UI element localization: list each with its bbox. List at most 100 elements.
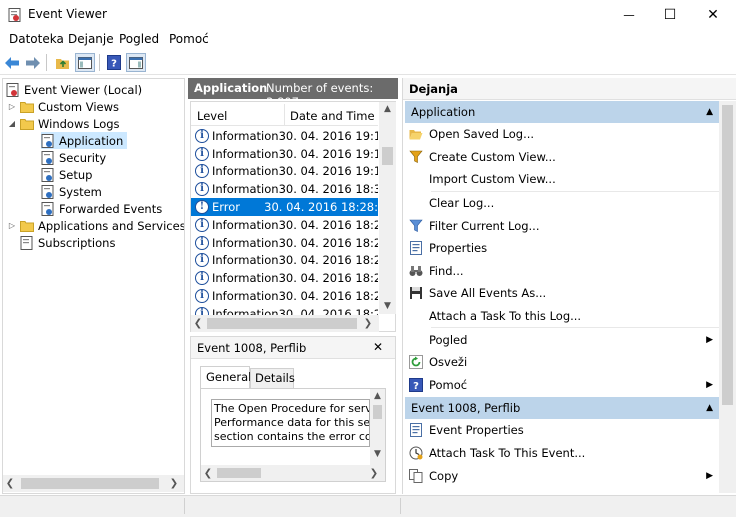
event-row-selected[interactable]: ! Error 30. 04. 2016 18:28:: [191, 198, 378, 216]
pogled-action[interactable]: Pogled ▶: [405, 328, 719, 351]
create-custom-view-action[interactable]: Create Custom View...: [405, 146, 719, 169]
tree-item-subscriptions[interactable]: Subscriptions: [20, 234, 115, 251]
tree-item-label: Subscriptions: [38, 235, 116, 250]
collapse-up-icon[interactable]: ▲: [706, 107, 713, 117]
minimize-button[interactable]: —: [606, 0, 652, 30]
task-clock-icon: [409, 446, 423, 460]
scrollbar-thumb[interactable]: [382, 147, 393, 165]
column-header-level[interactable]: Level: [197, 109, 227, 123]
event-list-horizontal-scrollbar[interactable]: ❮ ❯: [191, 315, 379, 332]
copy-action[interactable]: Copy ▶: [405, 464, 719, 487]
menu-pogled[interactable]: Pogled: [119, 32, 159, 46]
show-hide-console-tree-button[interactable]: [75, 53, 95, 72]
action-label: Import Custom View...: [429, 172, 556, 187]
tab-details[interactable]: Details: [250, 368, 295, 388]
filter-current-log-action[interactable]: Filter Current Log...: [405, 214, 719, 237]
scroll-down-icon[interactable]: ▼: [370, 449, 385, 459]
detail-vertical-scrollbar[interactable]: ▲ ▼: [370, 389, 385, 465]
event-properties-action[interactable]: Event Properties: [405, 419, 719, 442]
chevron-down-icon[interactable]: ◢: [7, 119, 17, 128]
scrollbar-thumb[interactable]: [217, 468, 261, 478]
scroll-down-icon[interactable]: ▼: [379, 301, 396, 311]
scroll-left-icon[interactable]: ❮: [201, 468, 215, 479]
title-bar: Event Viewer — ☐ ✕: [0, 0, 736, 30]
tree-item-event-viewer-local[interactable]: Event Viewer (Local): [6, 81, 142, 98]
close-button[interactable]: ✕: [690, 0, 736, 30]
event-row[interactable]: iInformation30. 04. 2016 19:13:: [191, 127, 378, 145]
scrollbar-thumb[interactable]: [207, 318, 357, 329]
back-arrow-icon: [5, 56, 19, 69]
event-row[interactable]: iInformation30. 04. 2016 18:27:: [191, 252, 378, 270]
tree-item-security[interactable]: Security: [41, 149, 106, 166]
scrollbar-thumb[interactable]: [21, 478, 159, 489]
tree-item-system[interactable]: System: [41, 183, 102, 200]
tree-item-setup[interactable]: Setup: [41, 166, 92, 183]
status-divider: [400, 498, 401, 514]
attach-task-to-event-action[interactable]: Attach Task To This Event...: [405, 442, 719, 465]
event-row[interactable]: iInformation30. 04. 2016 18:27:: [191, 287, 378, 305]
event-row[interactable]: iInformation30. 04. 2016 19:13:: [191, 163, 378, 181]
help-button[interactable]: ?: [104, 53, 124, 72]
maximize-button[interactable]: ☐: [647, 0, 693, 30]
scroll-left-icon[interactable]: ❮: [3, 478, 17, 489]
scroll-right-icon[interactable]: ❯: [361, 318, 375, 329]
event-description[interactable]: The Open Procedure for service Performan…: [211, 399, 370, 447]
scrollbar-thumb[interactable]: [373, 405, 382, 419]
tree-item-application[interactable]: Application: [41, 132, 128, 149]
pomoc-action[interactable]: ? Pomoć ▶: [405, 374, 719, 397]
clear-log-action[interactable]: Clear Log...: [405, 192, 719, 215]
actions-header: Dejanja: [403, 78, 736, 100]
column-header-date[interactable]: Date and Time: [290, 109, 375, 123]
scrollbar-thumb[interactable]: [722, 105, 733, 405]
information-icon: i: [195, 217, 209, 232]
event-row[interactable]: iInformation30. 04. 2016 18:27:: [191, 269, 378, 287]
osvezi-action[interactable]: Osveži: [405, 351, 719, 374]
event-level: Information: [212, 253, 279, 268]
menu-dejanje[interactable]: Dejanje: [68, 32, 114, 46]
chevron-right-icon[interactable]: ▷: [7, 102, 17, 111]
tree-item-applications-and-services[interactable]: ▷ Applications and Services Lo: [7, 217, 184, 234]
tree-horizontal-scrollbar[interactable]: ❮ ❯: [3, 475, 184, 492]
open-saved-log-action[interactable]: Open Saved Log...: [405, 123, 719, 146]
menu-pomoc[interactable]: Pomoć: [169, 32, 209, 46]
find-action[interactable]: Find...: [405, 260, 719, 283]
open-folder-button[interactable]: [53, 53, 73, 72]
actions-section-application[interactable]: Application ▲: [405, 101, 719, 123]
event-row[interactable]: iInformation30. 04. 2016 18:27:: [191, 216, 378, 234]
scroll-left-icon[interactable]: ❮: [191, 318, 205, 329]
save-all-events-action[interactable]: Save All Events As...: [405, 282, 719, 305]
chevron-right-icon[interactable]: ▷: [7, 221, 17, 230]
tree-item-forwarded-events[interactable]: Forwarded Events: [41, 200, 162, 217]
help-book-icon: ?: [107, 55, 121, 70]
copy-icon: [409, 468, 423, 483]
event-list-vertical-scrollbar[interactable]: ▲ ▼: [379, 102, 396, 314]
tree-item-label: Setup: [59, 167, 93, 182]
scroll-up-icon[interactable]: ▲: [379, 104, 396, 114]
event-row[interactable]: iInformation30. 04. 2016 18:27:: [191, 234, 378, 252]
menu-datoteka[interactable]: Datoteka: [9, 32, 64, 46]
show-hide-action-pane-button[interactable]: [126, 53, 146, 72]
event-row[interactable]: iInformation30. 04. 2016 18:31:: [191, 180, 378, 198]
tree-item-windows-logs[interactable]: ◢ Windows Logs: [7, 115, 120, 132]
actions-vertical-scrollbar[interactable]: [719, 101, 736, 493]
properties-action[interactable]: Properties: [405, 237, 719, 260]
section-title: Event 1008, Perflib: [411, 401, 521, 416]
tree-item-custom-views[interactable]: ▷ Custom Views: [7, 98, 119, 115]
back-button[interactable]: [2, 53, 22, 72]
detail-horizontal-scrollbar[interactable]: ❮ ❯: [201, 465, 385, 481]
collapse-up-icon[interactable]: ▲: [706, 403, 713, 413]
close-icon[interactable]: ✕: [373, 340, 383, 354]
actions-section-event[interactable]: Event 1008, Perflib ▲: [405, 397, 719, 420]
scroll-right-icon[interactable]: ❯: [167, 478, 181, 489]
folder-icon: [20, 101, 34, 113]
svg-text:?: ?: [111, 59, 117, 70]
forward-button[interactable]: [23, 53, 43, 72]
event-row[interactable]: iInformation30. 04. 2016 19:13:: [191, 145, 378, 163]
scroll-right-icon[interactable]: ❯: [367, 468, 381, 479]
scroll-up-icon[interactable]: ▲: [370, 391, 385, 401]
event-level: Information: [212, 128, 279, 143]
import-custom-view-action[interactable]: Import Custom View...: [405, 168, 719, 191]
console-tree-pane: Event Viewer (Local) ▷ Custom Views ◢ Wi…: [2, 78, 185, 494]
attach-task-to-log-action[interactable]: Attach a Task To this Log...: [405, 305, 719, 328]
tab-general[interactable]: General: [200, 366, 251, 388]
